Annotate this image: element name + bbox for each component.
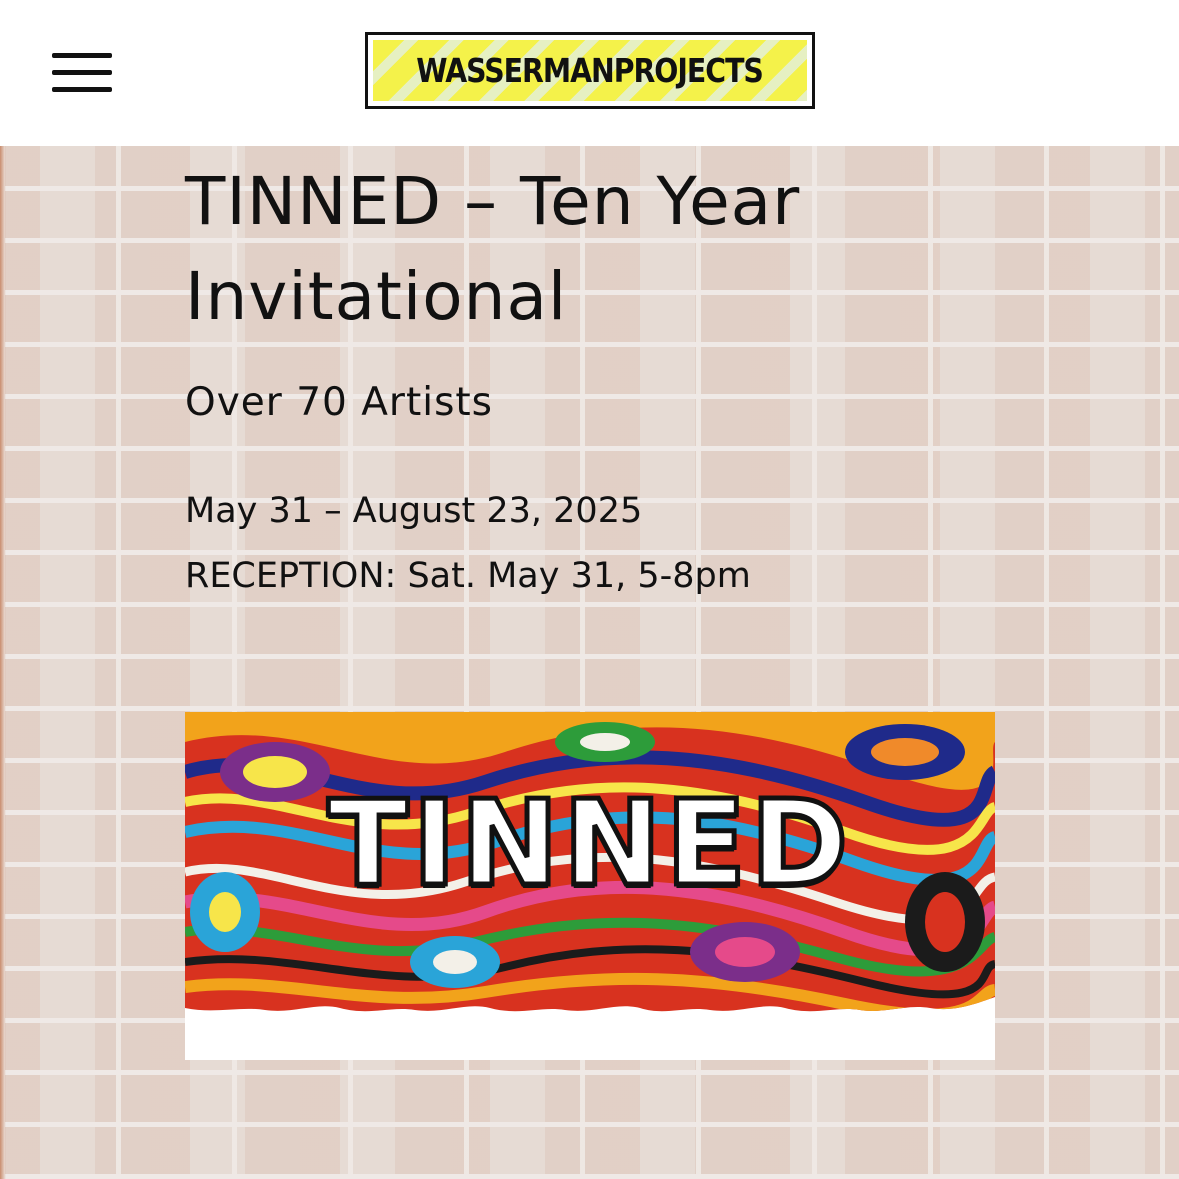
menu-line <box>52 53 112 58</box>
banner-word: TINNED <box>325 772 853 915</box>
menu-line <box>52 87 112 92</box>
exhibition-title: TINNED – Ten Year Invitational <box>185 163 801 335</box>
site-header: WASSERMANPROJECTS <box>0 0 1179 146</box>
logo-stripes: WASSERMANPROJECTS <box>373 40 807 101</box>
exhibition-banner-image[interactable]: TINNED <box>185 712 995 1060</box>
wall-edge <box>0 146 6 1179</box>
site-logo[interactable]: WASSERMANPROJECTS <box>365 32 815 109</box>
logo-text: WASSERMANPROJECTS <box>416 51 765 90</box>
menu-line <box>52 70 112 75</box>
reception-info: RECEPTION: Sat. May 31, 5-8pm <box>185 556 751 596</box>
exhibition-dates: May 31 – August 23, 2025 <box>185 491 643 531</box>
hamburger-menu-icon[interactable] <box>52 52 112 92</box>
exhibition-subtitle: Over 70 Artists <box>185 380 493 425</box>
